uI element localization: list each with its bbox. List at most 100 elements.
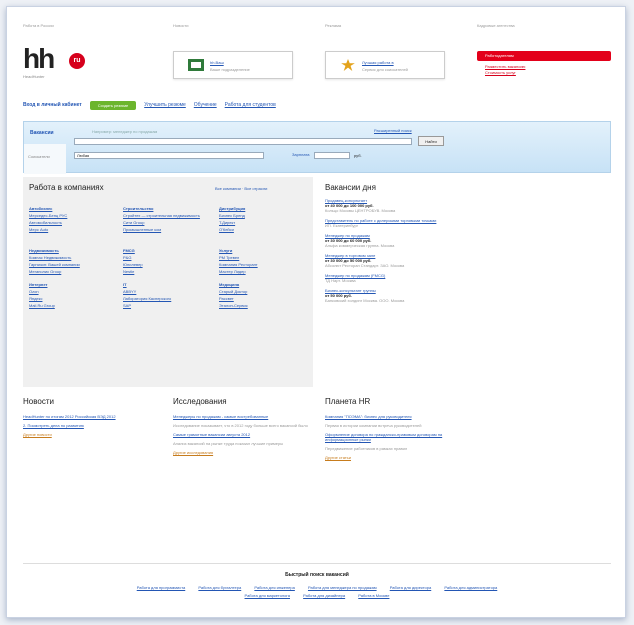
company-link[interactable]: Гарнизон: Вашей компании <box>29 261 80 268</box>
category-link[interactable]: Недвижимость <box>29 247 80 254</box>
promo-banner-2[interactable]: Лучшая работа в Сервис для соискателей <box>325 51 445 79</box>
company-link[interactable]: Mail.Ru Group <box>29 302 80 309</box>
tab-vacancies[interactable]: Вакансии <box>24 122 66 144</box>
footer-links: Работа для программиста Работа для бухга… <box>23 584 611 600</box>
company-link[interactable]: Компания Ресторант <box>219 261 258 268</box>
company-link[interactable]: О'Кейси <box>219 226 258 233</box>
category-link[interactable]: Автобизнес <box>29 205 80 212</box>
company-link[interactable]: P&G <box>123 254 200 261</box>
company-link[interactable]: Nestle <box>123 268 200 275</box>
news-link[interactable]: HeadHunter по итогам 2012 Российская ВЭД… <box>23 414 163 419</box>
category-link[interactable]: Строительство <box>123 205 200 212</box>
company-link[interactable]: Мегаполис Group <box>29 268 80 275</box>
companies-col-2: Строительство Стройтех — строительная не… <box>123 205 200 309</box>
more-articles-link[interactable]: Другие статьи <box>325 455 465 460</box>
research-desc: Исследование показывает, что в 2012 году… <box>173 423 308 428</box>
region-select[interactable]: Любая <box>74 152 264 159</box>
vacancy-item: Менеджер по продажам от 30 000 до 60 000… <box>325 233 615 248</box>
salary-input[interactable] <box>314 152 350 159</box>
article-link[interactable]: Компания "ПОЭМА": бизнес для руководител… <box>325 414 465 419</box>
company-link[interactable]: Юнилевер <box>123 261 200 268</box>
company-link[interactable]: Бизнес Бренд <box>219 212 258 219</box>
quick-search-footer: Быстрый поиск вакансий Работа для програ… <box>23 563 611 600</box>
footer-link[interactable]: Работа для дизайнера <box>303 593 345 598</box>
footer-link[interactable]: Работа для менеджера по продажам <box>308 585 377 590</box>
top-label: Работа в России <box>23 23 54 28</box>
category-link[interactable]: Медицина <box>219 281 258 288</box>
create-resume-button[interactable]: Создать резюме <box>89 100 137 110</box>
search-button[interactable]: Найти <box>418 136 444 146</box>
company-link[interactable]: ABBYY <box>123 288 200 295</box>
category-link[interactable]: IT <box>123 281 200 288</box>
article-link[interactable]: Оформление договора по гражданско-правов… <box>325 432 465 442</box>
nav-item[interactable]: Обучение <box>194 102 217 108</box>
salary-label: Зарплата <box>292 152 310 157</box>
research-desc: Анализ вакансий на рынке труда показал л… <box>173 441 284 446</box>
company-link[interactable]: Яндекс <box>29 295 80 302</box>
hh-logo[interactable]: hh ru HeadHunter <box>23 45 93 81</box>
vacancy-company: Банковский холдинг Москва. ООО. Москва <box>325 298 405 303</box>
vacancy-item: Менеджер по продажам (FMCG) ТД Нарт. Мос… <box>325 273 615 283</box>
planet-title: Планета HR <box>325 397 371 406</box>
company-link[interactable]: Т.Директ <box>219 219 258 226</box>
company-link[interactable]: Промышленные ком <box>123 226 200 233</box>
company-link[interactable]: Стройтех — строительная недвижимость <box>123 212 200 219</box>
footer-link[interactable]: Работа для администратора <box>444 585 497 590</box>
login-link[interactable]: Вход в личный кабинет <box>23 102 82 108</box>
promo-title: hh.Ваш <box>210 60 224 65</box>
company-link[interactable]: SAP <box>123 302 200 309</box>
employers-button[interactable]: Работодателям <box>477 51 611 61</box>
vacancy-company: Альфа коммерческая группа. Москва <box>325 243 395 248</box>
nav-item[interactable]: Работа для студентов <box>225 102 276 108</box>
vacancy-company: ИП. Екатеринбург <box>325 223 359 228</box>
pricing-link[interactable]: Стоимость услуг <box>485 70 525 76</box>
footer-link[interactable]: Работа для инженера <box>254 585 294 590</box>
vacancy-item: Бизнес-консультант группы от 50 000 руб.… <box>325 288 615 303</box>
company-link[interactable]: Автомобильность <box>29 219 80 226</box>
company-link[interactable]: Рассвет <box>219 295 258 302</box>
top-label: Новости <box>173 23 189 28</box>
footer-title: Быстрый поиск вакансий <box>285 572 349 578</box>
company-link[interactable]: Старый Доктор <box>219 288 258 295</box>
planet-hr-section: Планета HR Компания "ПОЭМА": бизнес для … <box>325 397 465 460</box>
research-link[interactable]: Самые грамотные вакансии августа 2012 <box>173 432 313 437</box>
news-section: Новости HeadHunter по итогам 2012 Россий… <box>23 397 163 437</box>
company-link[interactable]: РМ Тревел <box>219 254 258 261</box>
footer-link[interactable]: Работа для бухгалтера <box>198 585 241 590</box>
page-frame: Работа в России Новости Реклама Кадровые… <box>6 6 626 618</box>
research-link[interactable]: Менеджеры по продажам - самые востребова… <box>173 414 313 419</box>
promo-banner-1[interactable]: hh.Ваш Ваше подразделение <box>173 51 293 79</box>
vacancies-title: Вакансии дня <box>325 183 376 192</box>
company-link[interactable]: Мерседес-Бенц РУС <box>29 212 80 219</box>
tab-resumes[interactable]: Соискатели <box>24 144 66 174</box>
category-link[interactable]: Услуги <box>219 247 258 254</box>
news-link[interactable]: 2. Посмотреть дела по развитию <box>23 423 163 428</box>
company-link[interactable]: Компас Недвижимость <box>29 254 80 261</box>
search-input[interactable] <box>74 138 412 145</box>
footer-link[interactable]: Работа для маркетолога <box>245 593 290 598</box>
currency-label: руб. <box>354 153 362 158</box>
company-link[interactable]: Мастер Лидер <box>219 268 258 275</box>
footer-link[interactable]: Работа для директора <box>390 585 432 590</box>
footer-link[interactable]: Работа в Москве <box>358 593 389 598</box>
footer-link[interactable]: Работа для программиста <box>137 585 186 590</box>
article-desc: Первая в истории компании встреча руково… <box>325 423 422 428</box>
company-link[interactable]: Эталон-Сервис <box>219 302 258 309</box>
company-link[interactable]: Лаборатория Касперского <box>123 295 200 302</box>
more-news-link[interactable]: Другие новости <box>23 432 163 437</box>
employer-links: Разместить вакансию Стоимость услуг <box>485 64 525 76</box>
more-research-link[interactable]: Другие исследования <box>173 450 313 455</box>
company-link[interactable]: Мерс Auto <box>29 226 80 233</box>
research-title: Исследования <box>173 397 227 406</box>
company-link[interactable]: Сити Group <box>123 219 200 226</box>
top-label: Кадровые агентства <box>477 23 515 28</box>
companies-col-3: Дистрибуция Бизнес Бренд Т.Директ О'Кейс… <box>219 205 258 309</box>
advanced-search-link[interactable]: Расширенный поиск <box>374 128 412 133</box>
companies-links[interactable]: Все компании · Все отрасли <box>215 186 267 191</box>
category-link[interactable]: FMCG <box>123 247 200 254</box>
category-link[interactable]: Дистрибуция <box>219 205 258 212</box>
promo-subtitle: Ваше подразделение <box>210 67 250 72</box>
company-link[interactable]: Ozon <box>29 288 80 295</box>
nav-item[interactable]: Улучшить резюме <box>144 102 186 108</box>
category-link[interactable]: Интернет <box>29 281 80 288</box>
